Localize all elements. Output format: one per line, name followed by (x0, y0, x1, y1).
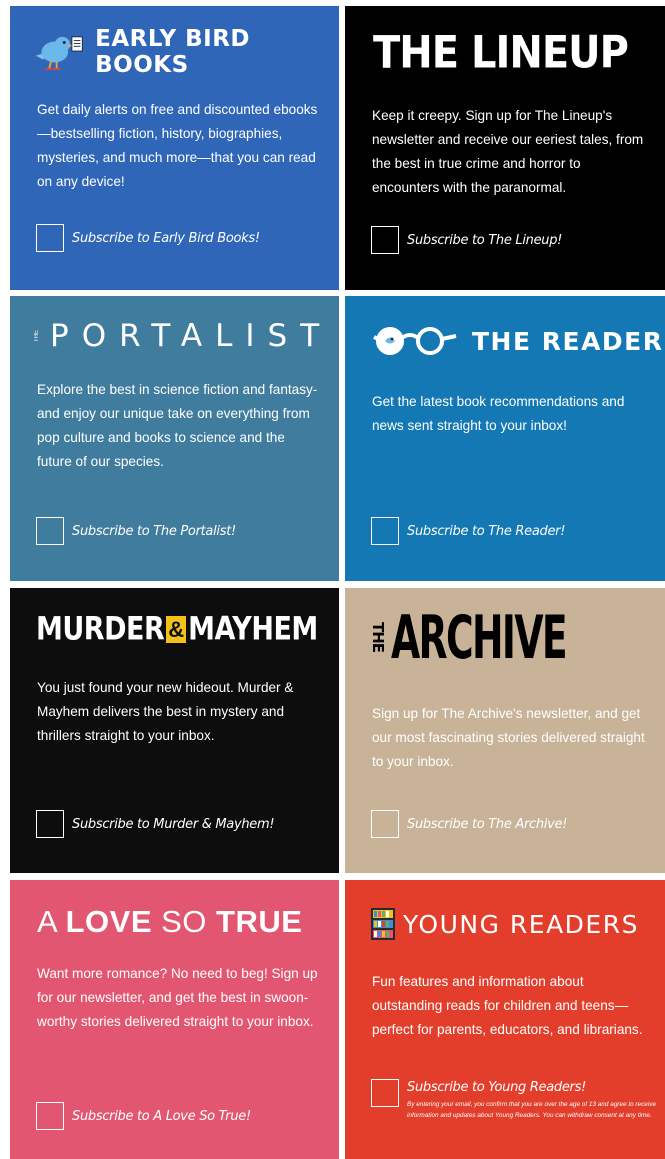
newsletter-card-murder-mayhem: MURDER & MAYHEM You just found your new … (10, 588, 339, 873)
brand-prefix: THE (34, 330, 40, 342)
subscribe-label[interactable]: Subscribe to Young Readers! (407, 1079, 657, 1097)
newsletter-card-the-lineup: THE LINEUP Keep it creepy. Sign up for T… (345, 6, 665, 290)
subscribe-option[interactable]: Subscribe to The Reader! (371, 517, 565, 545)
newsletter-card-early-bird-books: EARLY BIRD BOOKS Get daily alerts on fre… (10, 6, 339, 290)
subscribe-checkbox[interactable] (371, 810, 399, 838)
brand-name: PORTALIST (50, 318, 333, 354)
the-portalist-logo: THE PORTALIST (34, 318, 332, 354)
brand-name: YOUNG READERS (403, 909, 639, 939)
brand-name-part: A (37, 904, 66, 939)
brand-name: THE READER (472, 326, 664, 356)
bird-reading-icon (35, 36, 83, 71)
subscribe-label[interactable]: Subscribe to Early Bird Books! (72, 231, 260, 246)
the-lineup-logo: THE LINEUP (373, 27, 629, 79)
brand-name-part: MAYHEM (188, 611, 318, 648)
brand-ampersand: & (166, 616, 187, 643)
brand-name: ARCHIVE (391, 601, 568, 673)
subscribe-label[interactable]: Subscribe to The Archive! (407, 817, 567, 832)
brand-name-part: TRUE (216, 904, 303, 939)
subscribe-label[interactable]: Subscribe to The Lineup! (407, 233, 562, 248)
brand-name: EARLY BIRD BOOKS (95, 26, 251, 78)
newsletter-card-the-archive: THE ARCHIVE Sign up for The Archive's ne… (345, 588, 665, 873)
brand-name-part: LOVE (65, 904, 152, 939)
subscribe-label[interactable]: Subscribe to A Love So True! (72, 1109, 251, 1124)
subscribe-checkbox[interactable] (36, 517, 64, 545)
subscribe-checkbox[interactable] (36, 224, 64, 252)
subscribe-label[interactable]: Subscribe to The Reader! (407, 524, 565, 539)
subscribe-checkbox[interactable] (371, 1079, 399, 1107)
a-love-so-true-logo: A LOVE SO TRUE (37, 904, 302, 940)
subscribe-option[interactable]: Subscribe to Early Bird Books! (36, 224, 260, 252)
brand-name-part: SO (152, 904, 217, 939)
the-archive-logo: THE ARCHIVE (369, 602, 604, 672)
card-description: Explore the best in science fiction and … (37, 382, 318, 469)
brand-name: THE LINEUP (373, 27, 629, 79)
murder-mayhem-logo: MURDER & MAYHEM (36, 611, 318, 648)
glasses-icon (373, 327, 457, 355)
subscribe-checkbox[interactable] (36, 810, 64, 838)
brand-name-part: MURDER (36, 611, 165, 648)
subscribe-checkbox[interactable] (371, 226, 399, 254)
subscribe-option[interactable]: Subscribe to The Archive! (371, 810, 567, 838)
subscribe-option[interactable]: Subscribe to Murder & Mayhem! (36, 810, 275, 838)
subscribe-option[interactable]: Subscribe to The Portalist! (36, 517, 236, 545)
the-reader-logo: THE READER (372, 324, 664, 358)
card-description: Get the latest book recommendations and … (372, 394, 625, 433)
subscribe-option[interactable]: Subscribe to The Lineup! (371, 226, 562, 254)
bookshelf-icon (371, 908, 395, 940)
subscribe-option[interactable]: Subscribe to Young Readers! By entering … (371, 1079, 657, 1121)
early-bird-books-logo: EARLY BIRD BOOKS (32, 26, 339, 78)
newsletter-card-the-reader: THE READER Get the latest book recommend… (345, 296, 665, 581)
card-description: Sign up for The Archive's newsletter, an… (372, 706, 645, 769)
card-description: Want more romance? No need to beg! Sign … (37, 966, 318, 1029)
subscribe-text-group: Subscribe to Young Readers! By entering … (407, 1079, 657, 1121)
newsletter-card-a-love-so-true: A LOVE SO TRUE Want more romance? No nee… (10, 880, 339, 1159)
brand-prefix: THE (369, 621, 387, 653)
newsletter-card-the-portalist: THE PORTALIST Explore the best in scienc… (10, 296, 339, 581)
subscribe-checkbox[interactable] (371, 517, 399, 545)
subscribe-label[interactable]: Subscribe to Murder & Mayhem! (72, 817, 275, 832)
card-description: You just found your new hideout. Murder … (37, 680, 294, 743)
subscribe-option[interactable]: Subscribe to A Love So True! (36, 1102, 251, 1130)
card-description: Fun features and information about outst… (372, 974, 643, 1037)
consent-disclaimer: By entering your email, you confirm that… (407, 1101, 657, 1119)
card-description: Get daily alerts on free and discounted … (37, 102, 318, 189)
young-readers-logo: YOUNG READERS (371, 908, 639, 940)
card-description: Keep it creepy. Sign up for The Lineup's… (372, 108, 644, 195)
subscribe-checkbox[interactable] (36, 1102, 64, 1130)
newsletter-card-young-readers: YOUNG READERS Fun features and informati… (345, 880, 665, 1159)
subscribe-label[interactable]: Subscribe to The Portalist! (72, 524, 236, 539)
